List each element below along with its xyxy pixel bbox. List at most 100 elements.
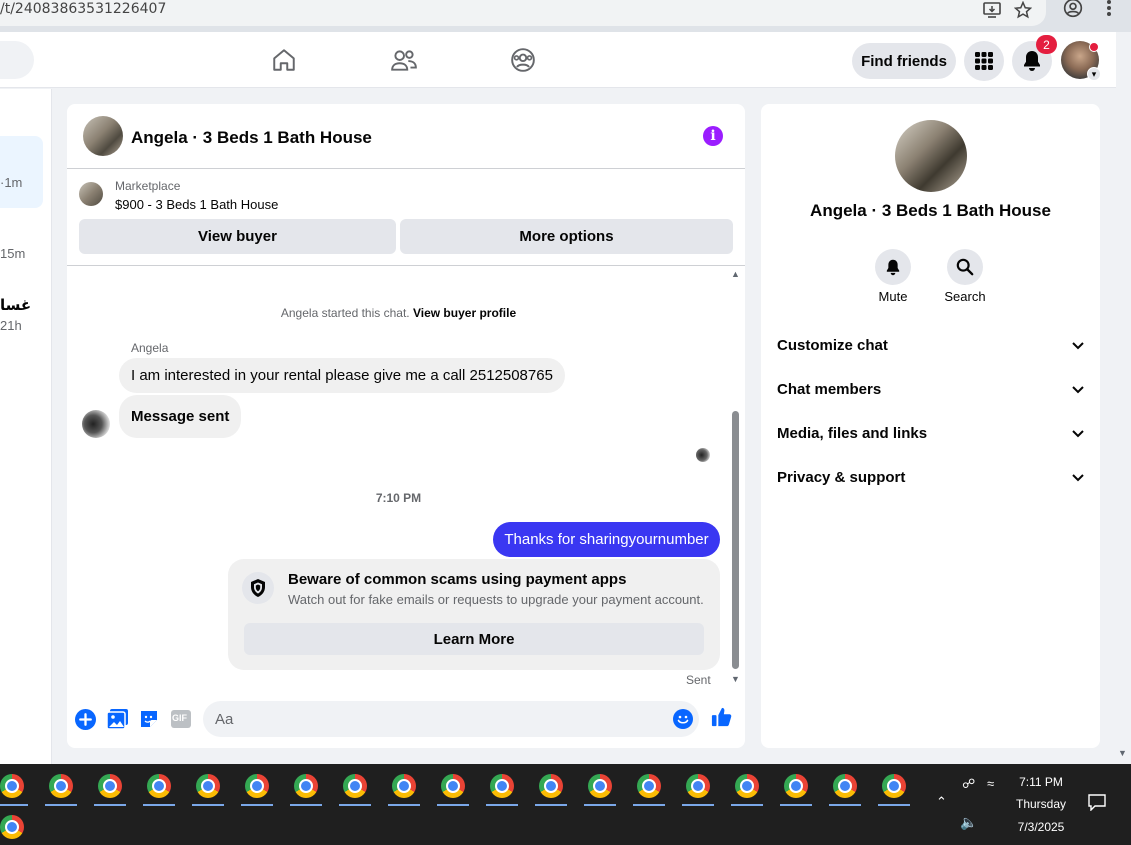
scroll-down-icon[interactable]: ▼	[731, 674, 740, 684]
facebook-top-nav: Find friends	[0, 32, 1116, 88]
clock-time[interactable]: 7:11 PM	[1005, 775, 1077, 789]
chrome-taskbar-icon[interactable]	[874, 766, 914, 806]
chrome-taskbar-icon[interactable]	[335, 766, 375, 806]
seen-indicator-avatar	[696, 448, 710, 462]
notification-center-icon[interactable]	[1088, 794, 1106, 814]
install-app-icon[interactable]	[980, 0, 1004, 20]
chat-title[interactable]: Angela · 3 Beds 1 Bath House	[131, 128, 372, 148]
chrome-taskbar-icon[interactable]	[482, 766, 522, 806]
chat-list-time: 15m	[0, 246, 26, 261]
chrome-taskbar-icon[interactable]	[286, 766, 326, 806]
add-icon[interactable]	[74, 708, 96, 730]
clock-date[interactable]: 7/3/2025	[1005, 820, 1077, 834]
chat-list-time: 21h	[0, 318, 22, 333]
media-files-links-section[interactable]: Media, files and links	[777, 415, 1084, 451]
gif-label: GIF	[172, 713, 187, 723]
clock-day[interactable]: Thursday	[1005, 797, 1077, 811]
chat-avatar[interactable]	[83, 116, 123, 156]
chevron-down-icon	[1072, 381, 1084, 398]
search-icon	[947, 249, 983, 285]
show-hidden-icons-icon[interactable]: ⌃	[936, 794, 947, 810]
view-buyer-profile-link[interactable]: View buyer profile	[413, 306, 516, 320]
url-text[interactable]: /t/24083863531226407	[0, 1, 166, 17]
search-label: Search	[944, 289, 986, 304]
chevron-down-icon	[1072, 337, 1084, 354]
grid-icon	[975, 52, 993, 70]
incoming-message[interactable]: Message sent	[119, 395, 242, 438]
incoming-message[interactable]: I am interested in your rental please gi…	[119, 358, 565, 393]
chat-members-section[interactable]: Chat members	[777, 371, 1084, 407]
privacy-support-section[interactable]: Privacy & support	[777, 459, 1084, 495]
chrome-taskbar-icon[interactable]	[139, 766, 179, 806]
chrome-taskbar-icon[interactable]	[0, 766, 32, 806]
chrome-taskbar-icon[interactable]	[41, 766, 81, 806]
chrome-taskbar-icon[interactable]	[629, 766, 669, 806]
chrome-taskbar-icon[interactable]	[531, 766, 571, 806]
address-bar[interactable]: /t/24083863531226407	[0, 0, 1046, 26]
menu-grid-button[interactable]	[964, 41, 1004, 81]
browser-toolbar: /t/24083863531226407	[0, 0, 1131, 32]
message-input[interactable]: Aa	[203, 701, 699, 737]
chat-list-item-active[interactable]	[0, 136, 43, 208]
home-icon[interactable]	[270, 46, 298, 74]
search-box[interactable]	[0, 41, 34, 79]
learn-more-button[interactable]: Learn More	[244, 623, 704, 655]
find-friends-button[interactable]: Find friends	[852, 43, 956, 79]
chevron-down-icon	[1072, 469, 1084, 486]
chat-panel: Angela · 3 Beds 1 Bath House i Marketpla…	[67, 104, 745, 748]
chrome-taskbar-icon[interactable]	[580, 766, 620, 806]
more-options-button[interactable]: More options	[400, 219, 733, 254]
view-buyer-button[interactable]: View buyer	[79, 219, 396, 254]
chat-list-snippet: غسا	[0, 296, 32, 314]
mute-label: Mute	[878, 289, 908, 304]
shield-icon	[242, 572, 274, 604]
gif-icon[interactable]: GIF	[170, 708, 192, 730]
scroll-up-icon[interactable]: ▲	[731, 269, 740, 279]
chrome-taskbar-icon[interactable]	[776, 766, 816, 806]
listing-thumbnail[interactable]	[79, 182, 103, 206]
chat-header: Angela · 3 Beds 1 Bath House i	[67, 104, 745, 169]
chat-start-notice: Angela started this chat. View buyer pro…	[67, 306, 730, 320]
thumbs-up-icon[interactable]	[711, 706, 733, 728]
chrome-taskbar-icon[interactable]	[433, 766, 473, 806]
chat-info-panel: Angela · 3 Beds 1 Bath House Mute Search…	[761, 104, 1100, 748]
browser-menu-icon[interactable]	[1097, 0, 1121, 18]
section-label: Privacy & support	[777, 468, 906, 486]
scam-warning-card: Beware of common scams using payment app…	[228, 559, 720, 670]
info-icon[interactable]: i	[703, 126, 723, 146]
bookmark-star-icon[interactable]	[1011, 0, 1035, 20]
page-scroll-down-icon[interactable]: ▼	[1118, 748, 1127, 758]
mute-action[interactable]: Mute	[863, 249, 923, 304]
chevron-down-icon[interactable]: ▾	[1087, 67, 1101, 81]
chrome-taskbar-icon[interactable]	[678, 766, 718, 806]
chrome-taskbar-icon[interactable]	[237, 766, 277, 806]
sender-avatar[interactable]	[82, 410, 110, 438]
status-dot	[1089, 42, 1099, 52]
message-input-placeholder: Aa	[215, 710, 234, 728]
sent-status: Sent	[686, 673, 711, 687]
groups-icon[interactable]	[509, 46, 537, 74]
photo-icon[interactable]	[106, 708, 128, 730]
chrome-taskbar-icon[interactable]	[384, 766, 424, 806]
chrome-taskbar-icon[interactable]	[825, 766, 865, 806]
taskbar: ⌃ ☍ ≈ 🔈 7:11 PM Thursday 7/3/2025	[0, 764, 1131, 845]
outgoing-message[interactable]: Thanks for sharingyournumber	[493, 522, 720, 557]
chrome-taskbar-icon[interactable]	[90, 766, 130, 806]
search-action[interactable]: Search	[935, 249, 995, 304]
profile-icon[interactable]	[1061, 0, 1085, 18]
listing-title[interactable]: $900 - 3 Beds 1 Bath House	[115, 197, 278, 212]
marketplace-label: Marketplace	[115, 179, 181, 193]
scrollbar-thumb[interactable]	[732, 411, 739, 669]
emoji-icon[interactable]	[672, 708, 694, 730]
chrome-taskbar-icon[interactable]	[188, 766, 228, 806]
chrome-taskbar-icon[interactable]	[0, 807, 32, 845]
customize-chat-section[interactable]: Customize chat	[777, 327, 1084, 363]
volume-icon[interactable]: 🔈	[960, 814, 977, 831]
conversation-avatar[interactable]	[895, 120, 967, 192]
wifi-icon[interactable]: ≈	[987, 776, 994, 791]
meet-now-icon[interactable]: ☍	[962, 776, 975, 792]
sticker-icon[interactable]	[138, 708, 160, 730]
chrome-taskbar-icon[interactable]	[727, 766, 767, 806]
conversation-title: Angela · 3 Beds 1 Bath House	[810, 201, 1051, 220]
friends-icon[interactable]	[390, 46, 418, 74]
